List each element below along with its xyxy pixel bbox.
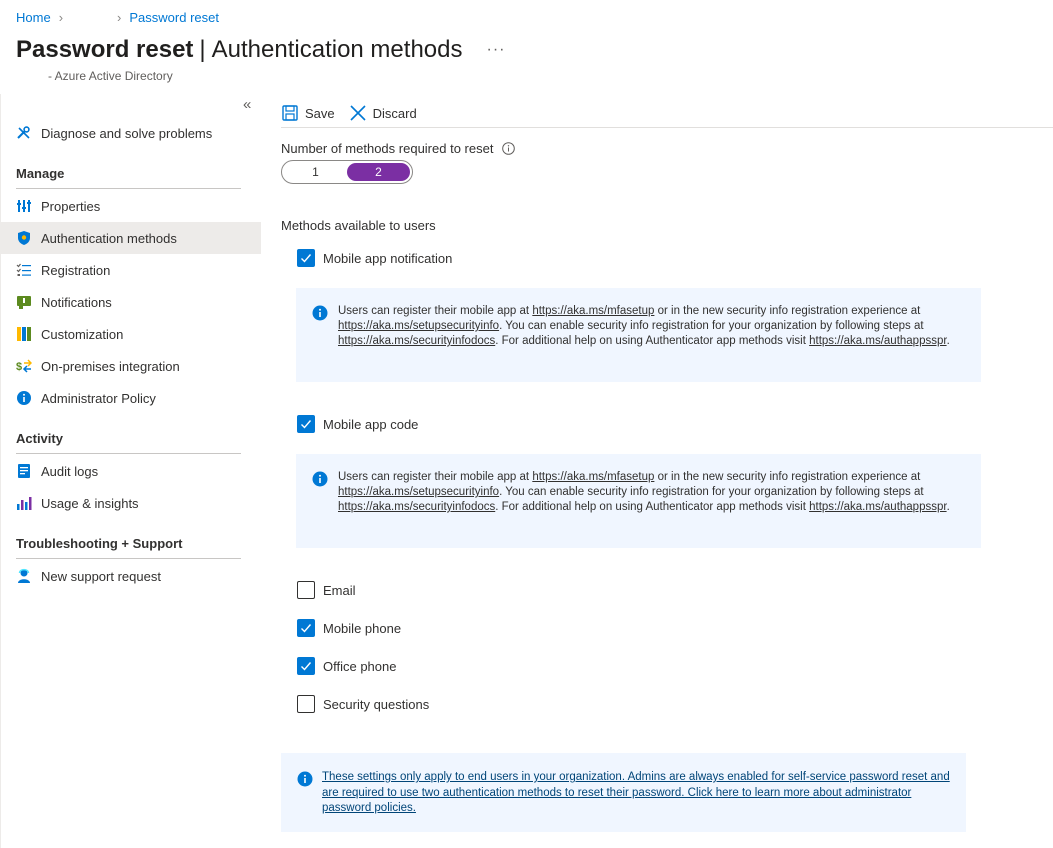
breadcrumb: Home › › Password reset (16, 10, 219, 25)
sidebar-item-properties[interactable]: Properties (0, 190, 261, 222)
breadcrumb-current-link[interactable]: Password reset (129, 10, 219, 25)
mobile-app-code-info-box: Users can register their mobile app at h… (296, 454, 981, 548)
info-text: Users can register their mobile app at h… (338, 305, 950, 347)
checkbox-office-phone[interactable]: Office phone (297, 657, 396, 675)
authappsspr-link[interactable]: https://aka.ms/authappsspr (809, 501, 946, 513)
checkbox[interactable] (297, 581, 315, 599)
setupsecurityinfo-link[interactable]: https://aka.ms/setupsecurityinfo (338, 320, 499, 332)
properties-icon (16, 198, 32, 214)
methods-required-toggle: 1 2 (281, 160, 413, 184)
checkbox[interactable] (297, 249, 315, 267)
discard-button-label: Discard (372, 105, 417, 121)
log-icon (16, 463, 32, 479)
sidebar-item-diagnose[interactable]: Diagnose and solve problems (0, 117, 261, 149)
collapse-sidebar-icon[interactable]: « (243, 96, 251, 113)
mobile-app-notification-info-box: Users can register their mobile app at h… (296, 288, 981, 382)
section-heading-support: Troubleshooting + Support (16, 536, 183, 551)
admin-password-policies-link[interactable]: These settings only apply to end users i… (322, 770, 954, 832)
securityinfodocs-link[interactable]: https://aka.ms/securityinfodocs (338, 335, 495, 347)
page-subtitle: - Azure Active Directory (48, 69, 173, 83)
info-icon (16, 390, 32, 406)
sidebar-item-label: Customization (41, 326, 124, 342)
info-icon[interactable] (502, 142, 516, 155)
checkbox-label: Mobile app notification (323, 250, 453, 266)
setupsecurityinfo-link[interactable]: https://aka.ms/setupsecurityinfo (338, 486, 499, 498)
sidebar-item-label: Administrator Policy (41, 390, 156, 406)
methods-required-option-2[interactable]: 2 (347, 163, 410, 181)
sidebar-item-usage-insights[interactable]: Usage & insights (0, 487, 261, 519)
sidebar-item-notifications[interactable]: Notifications (0, 286, 261, 318)
checkbox-mobile-phone[interactable]: Mobile phone (297, 619, 401, 637)
page-title: Password reset | Authentication methods … (16, 36, 506, 63)
mfasetup-link[interactable]: https://aka.ms/mfasetup (532, 471, 654, 483)
breadcrumb-home-link[interactable]: Home (16, 10, 51, 25)
checkbox[interactable] (297, 619, 315, 637)
notification-icon (16, 294, 32, 310)
checklist-icon (16, 262, 32, 278)
checkbox-mobile-app-notification[interactable]: Mobile app notification (297, 249, 452, 267)
sidebar-item-audit-logs[interactable]: Audit logs (0, 455, 261, 487)
info-icon (312, 304, 328, 382)
page-title-main: Password reset (16, 36, 194, 63)
checkbox[interactable] (297, 415, 315, 433)
checkbox-label: Mobile app code (323, 416, 419, 432)
sidebar-item-label: New support request (41, 568, 161, 584)
sidebar-item-label: Audit logs (41, 463, 99, 479)
svg-text:$: $ (16, 361, 22, 373)
checkbox-mobile-app-code[interactable]: Mobile app code (297, 415, 418, 433)
sidebar-item-label: Properties (41, 198, 101, 214)
sync-icon: $ (16, 358, 32, 374)
checkbox[interactable] (297, 657, 315, 675)
sidebar-item-on-premises-integration[interactable]: $ On-premises integration (0, 350, 261, 382)
save-button[interactable]: Save (281, 104, 335, 122)
checkbox-security-questions[interactable]: Security questions (297, 695, 429, 713)
methods-available-label: Methods available to users (281, 218, 436, 233)
sidebar-item-label: Authentication methods (41, 230, 177, 246)
sidebar-item-label: Notifications (41, 294, 112, 310)
discard-button[interactable]: Discard (349, 104, 417, 122)
sidebar-item-new-support-request[interactable]: New support request (0, 560, 261, 592)
checkbox-email[interactable]: Email (297, 581, 356, 599)
mfasetup-link[interactable]: https://aka.ms/mfasetup (532, 305, 654, 317)
sidebar-item-customization[interactable]: Customization (0, 318, 261, 350)
checkbox-label: Email (323, 582, 356, 598)
sidebar-item-authentication-methods[interactable]: Authentication methods (0, 222, 261, 254)
palette-bars-icon (16, 326, 32, 342)
checkbox-label: Mobile phone (323, 620, 402, 636)
authappsspr-link[interactable]: https://aka.ms/authappsspr (809, 335, 946, 347)
page-title-section: Authentication methods (211, 36, 463, 63)
close-icon (349, 104, 367, 122)
chevron-right-icon: › (117, 10, 122, 25)
info-text: Users can register their mobile app at h… (338, 471, 950, 513)
section-heading-manage: Manage (16, 166, 65, 181)
bar-chart-icon (16, 495, 32, 511)
info-icon (312, 470, 328, 548)
save-icon (281, 104, 299, 122)
sidebar-item-label: Registration (41, 262, 111, 278)
chevron-right-icon: › (58, 10, 64, 25)
checkbox-label: Security questions (323, 696, 430, 712)
sidebar-item-label: On-premises integration (41, 358, 180, 374)
securityinfodocs-link[interactable]: https://aka.ms/securityinfodocs (338, 501, 495, 513)
sidebar-item-label: Usage & insights (41, 495, 139, 511)
sidebar-item-registration[interactable]: Registration (0, 254, 261, 286)
checkbox[interactable] (297, 695, 315, 713)
save-button-label: Save (305, 105, 335, 121)
methods-required-option-1[interactable]: 1 (284, 163, 347, 181)
wrench-icon (16, 125, 32, 141)
info-icon (297, 770, 313, 832)
checkbox-label: Office phone (323, 658, 397, 674)
command-bar: Save Discard (281, 98, 431, 128)
sidebar: « Diagnose and solve problems Manage Pro… (0, 94, 261, 848)
more-options-icon[interactable]: ··· (486, 41, 505, 59)
methods-required-label: Number of methods required to reset (281, 141, 516, 156)
shield-icon (16, 230, 32, 246)
sidebar-item-label: Diagnose and solve problems (41, 125, 213, 141)
support-person-icon (16, 568, 32, 584)
admin-policy-info-box: These settings only apply to end users i… (281, 753, 966, 832)
section-heading-activity: Activity (16, 431, 63, 446)
sidebar-item-administrator-policy[interactable]: Administrator Policy (0, 382, 261, 414)
